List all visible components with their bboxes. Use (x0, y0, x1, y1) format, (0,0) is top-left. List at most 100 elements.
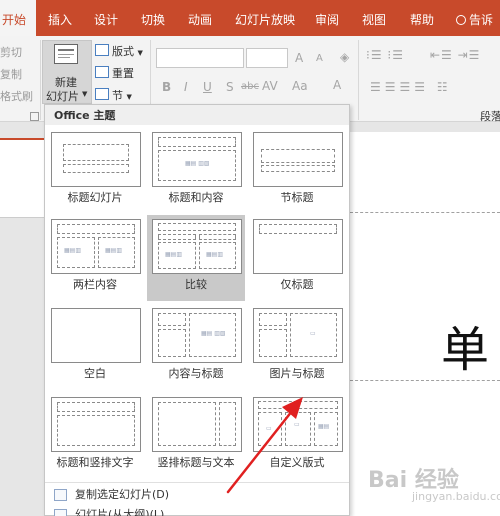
new-slide-icon (54, 44, 78, 64)
new-slide-label-2: 幻灯片 (46, 90, 79, 103)
layout-label: 标题和竖排文字 (56, 456, 134, 469)
clear-format-icon[interactable]: ◈ (340, 50, 349, 64)
reset-icon (95, 66, 109, 78)
format-painter-button[interactable]: 格式刷 (0, 88, 33, 104)
menu-label: 复制选定幻灯片(D) (75, 488, 170, 501)
italic-button[interactable]: I (184, 80, 188, 94)
chevron-down-icon: ▼ (82, 90, 88, 98)
layout-label: 仅标题 (280, 278, 314, 291)
separator (40, 40, 41, 120)
layout-label: 标题和内容 (168, 191, 224, 204)
ribbon-tab-bar: 开始 插入 设计 切换 动画 幻灯片放映 审阅 视图 帮助 告诉 (0, 0, 500, 36)
chevron-down-icon: ▼ (137, 49, 143, 57)
tab-transitions[interactable]: 切换 (141, 0, 165, 36)
layout-icon (95, 44, 109, 56)
tab-insert[interactable]: 插入 (48, 0, 72, 36)
tab-slideshow[interactable]: 幻灯片放映 (235, 0, 295, 36)
layout-title-content[interactable]: ▦▤ ▥▧ 标题和内容 (147, 128, 245, 214)
shrink-font-button[interactable]: A (316, 53, 323, 64)
bold-button[interactable]: B (162, 80, 171, 94)
chevron-down-icon: ▼ (126, 93, 132, 101)
align-icons[interactable]: ☰☰☰☰ ☷ (370, 80, 452, 94)
layout-label: 图片与标题 (269, 367, 325, 380)
layout-title-slide[interactable]: 标题幻灯片 (46, 128, 144, 214)
section-label: 节 (112, 89, 123, 102)
grow-font-button[interactable]: A (295, 51, 303, 65)
menu-slides-from-outline[interactable]: 幻灯片(从大纲)(L)... (45, 506, 349, 516)
reset-button[interactable]: 重置 (112, 65, 134, 81)
indent-icon[interactable]: ⇤☰ ⇥☰ (430, 48, 480, 62)
layout-label: 版式 (112, 45, 134, 58)
layout-thumbnail: ▦▤ ▥▧ (152, 308, 242, 363)
layout-title-vertical-text[interactable]: 标题和竖排文字 (46, 393, 144, 479)
menu-duplicate-slides[interactable]: 复制选定幻灯片(D) (45, 486, 349, 504)
layout-label: 竖排标题与文本 (157, 456, 235, 469)
layout-thumbnail: ▦▤ ▥▧ (152, 132, 242, 187)
layout-label: 空白 (84, 367, 106, 380)
change-case-button[interactable]: Aa (292, 79, 308, 93)
bullets-icon[interactable]: ⁝☰ ⁝☰ (366, 48, 404, 62)
watermark-url: jingyan.baidu.com (412, 490, 500, 503)
layout-thumbnail (253, 219, 343, 274)
slide-thumbnail[interactable] (0, 138, 45, 218)
layout-label: 比较 (185, 278, 207, 291)
layout-thumbnail: ▭ (253, 308, 343, 363)
layout-two-content[interactable]: ▦▤▥ ▦▤▥ 两栏内容 (46, 215, 144, 301)
char-spacing-button[interactable]: AV (262, 79, 278, 93)
layout-thumbnail (51, 132, 141, 187)
layout-title-only[interactable]: 仅标题 (248, 215, 346, 301)
gallery-header: Office 主题 (45, 105, 349, 125)
shadow-button[interactable]: S (226, 80, 234, 94)
layout-label: 两栏内容 (73, 278, 117, 291)
font-size-combo[interactable] (246, 48, 288, 68)
layout-thumbnail: ▦▤▥ ▦▤▥ (152, 219, 242, 274)
layout-section-header[interactable]: 节标题 (248, 128, 346, 214)
section-button[interactable]: 节 ▼ (112, 87, 132, 103)
layout-label: 自定义版式 (269, 456, 325, 469)
new-slide-button[interactable]: 新建 幻灯片 ▼ (42, 40, 92, 104)
copy-button[interactable]: 复制 (0, 66, 22, 82)
layout-label: 内容与标题 (168, 367, 224, 380)
cut-button[interactable]: 剪切 (0, 44, 22, 60)
layout-thumbnail (253, 132, 343, 187)
font-color-button[interactable]: A (333, 78, 341, 92)
separator (358, 40, 359, 120)
layout-label: 标题幻灯片 (67, 191, 123, 204)
outline-icon (54, 509, 67, 516)
slide-title-text[interactable]: 单 (441, 310, 489, 380)
layout-blank[interactable]: 空白 (46, 304, 144, 390)
duplicate-icon (54, 489, 67, 501)
layout-label: 节标题 (280, 191, 314, 204)
placeholder-border (350, 212, 500, 213)
layout-picture-with-caption[interactable]: ▭ 图片与标题 (248, 304, 346, 390)
tell-me-label: 告诉 (469, 13, 494, 27)
tab-animations[interactable]: 动画 (188, 0, 212, 36)
menu-label: 幻灯片(从大纲)(L)... (75, 508, 175, 516)
layout-thumbnail (51, 308, 141, 363)
tab-help[interactable]: 帮助 (410, 0, 434, 36)
strikethrough-button[interactable]: abc (241, 81, 259, 92)
section-icon (95, 88, 109, 100)
font-name-combo[interactable] (156, 48, 244, 68)
layout-thumbnail: ▦▤▥ ▦▤▥ (51, 219, 141, 274)
tab-review[interactable]: 审阅 (315, 0, 339, 36)
powerpoint-window: 开始 插入 设计 切换 动画 幻灯片放映 审阅 视图 帮助 告诉 剪切 复制 格… (0, 0, 500, 516)
layout-comparison[interactable]: ▦▤▥ ▦▤▥ 比较 (147, 215, 245, 301)
tab-design[interactable]: 设计 (94, 0, 118, 36)
layout-content-with-caption[interactable]: ▦▤ ▥▧ 内容与标题 (147, 304, 245, 390)
layout-button[interactable]: 版式 ▼ (112, 43, 143, 59)
layout-custom[interactable]: ▭ ▭ ▦▤ 自定义版式 (248, 393, 346, 479)
underline-button[interactable]: U (203, 80, 212, 94)
layout-thumbnail: ▭ ▭ ▦▤ (253, 397, 343, 452)
tab-tell-me[interactable]: 告诉 (456, 0, 493, 36)
tab-home[interactable]: 开始 (0, 0, 36, 36)
layout-thumbnail (51, 397, 141, 452)
placeholder-border (350, 380, 500, 381)
layout-vertical-title-text[interactable]: 竖排标题与文本 (147, 393, 245, 479)
clipboard-expander-icon[interactable] (30, 112, 39, 121)
layout-gallery-dropdown: Office 主题 标题幻灯片 ▦▤ ▥▧ 标题和内容 节标题 ▦▤▥ ▦▤▥ … (44, 104, 350, 516)
paragraph-group-label: 段落 (480, 110, 500, 123)
menu-divider (45, 482, 349, 483)
layout-thumbnail (152, 397, 242, 452)
tab-view[interactable]: 视图 (362, 0, 386, 36)
